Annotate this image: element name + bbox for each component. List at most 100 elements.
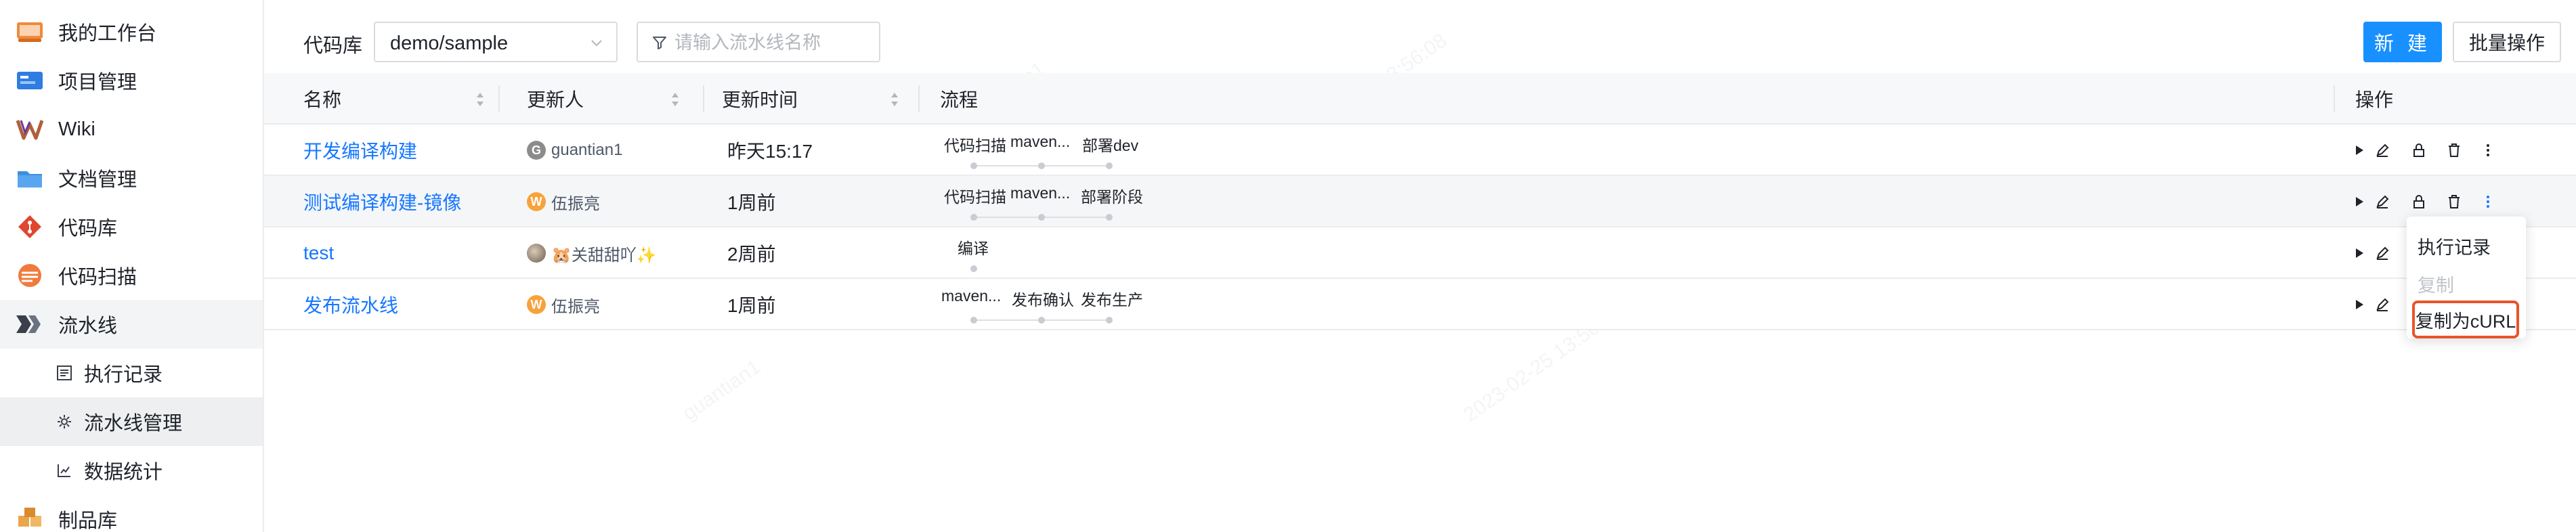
more-actions-menu: 执行记录 复制 复制为cURL <box>2407 217 2526 338</box>
sidebar-item-stats[interactable]: 数据统计 <box>0 446 263 495</box>
pipeline-flow: 编译 <box>941 227 1144 279</box>
col-header-flow: 流程 <box>940 73 978 125</box>
row-actions <box>2350 125 2489 176</box>
wiki-icon <box>15 116 45 143</box>
pipeline-search[interactable] <box>637 22 880 62</box>
col-header-updater[interactable]: 更新人 <box>527 73 584 125</box>
avatar: G <box>527 141 546 160</box>
stage-dot <box>1106 317 1113 324</box>
stage-label: maven... <box>1010 184 1071 202</box>
stage-label: 部署阶段 <box>1081 188 1143 206</box>
col-header-label: 更新人 <box>527 89 584 110</box>
sidebar-item-label: Wiki <box>58 118 95 140</box>
watermark-text: guantian1 <box>679 355 765 425</box>
col-header-name[interactable]: 名称 <box>303 73 341 125</box>
stage-label: 发布确认 <box>1012 291 1074 309</box>
more-icon[interactable] <box>2478 192 2497 211</box>
column-divider <box>498 85 500 112</box>
updated-time: 1周前 <box>727 295 776 316</box>
stage-label: maven... <box>941 287 1002 305</box>
menu-item-copy: 复制 <box>2418 275 2454 296</box>
edit-icon[interactable] <box>2373 244 2392 263</box>
chart-icon <box>54 457 74 484</box>
pipeline-icon <box>15 311 45 338</box>
filter-icon <box>653 37 666 49</box>
pipeline-name-link[interactable]: 测试编译构建-镜像 <box>303 188 461 215</box>
stage-label: maven... <box>1010 133 1071 150</box>
table-row[interactable]: 发布流水线 W 伍振亮 1周前 maven... 发布确认 发布生产 <box>264 279 2576 330</box>
table-row[interactable]: test 🐹关甜甜吖✨ 2周前 编译 <box>264 227 2576 279</box>
column-divider <box>2334 85 2335 112</box>
sidebar-item-artifact[interactable]: 制品库 <box>0 495 263 532</box>
delete-icon[interactable] <box>2445 192 2464 211</box>
batch-operation-button[interactable]: 批量操作 <box>2453 22 2561 62</box>
avatar: W <box>527 295 546 314</box>
sidebar-item-label: 执行记录 <box>84 364 163 386</box>
run-icon[interactable] <box>2350 295 2369 314</box>
run-icon[interactable] <box>2350 141 2369 160</box>
sort-icon[interactable] <box>475 91 485 108</box>
sidebar-item-docs[interactable]: 文档管理 <box>0 154 263 202</box>
sidebar-item-scan[interactable]: 代码扫描 <box>0 251 263 300</box>
sidebar-item-pipeline-manage[interactable]: 流水线管理 <box>0 397 263 446</box>
gear-icon <box>54 408 74 435</box>
sidebar-item-label: 文档管理 <box>58 169 137 191</box>
new-pipeline-button[interactable]: 新 建 <box>2363 22 2442 62</box>
pipeline-name-link[interactable]: 发布流水线 <box>303 291 398 318</box>
updater-name: guantian1 <box>551 141 623 159</box>
updater-name: 🐹关甜甜吖✨ <box>551 246 657 265</box>
sidebar-item-wiki[interactable]: Wiki <box>0 105 263 154</box>
updated-time: 2周前 <box>727 244 776 265</box>
pipeline-search-input[interactable] <box>674 30 871 56</box>
stage-dot <box>1038 317 1045 324</box>
col-header-label: 操作 <box>2355 89 2394 110</box>
run-icon[interactable] <box>2350 192 2369 211</box>
table-header: 名称 更新人 更新时间 流程 操作 <box>264 73 2576 125</box>
pipeline-name-link[interactable]: 开发编译构建 <box>303 137 417 164</box>
edit-icon[interactable] <box>2373 295 2392 314</box>
sidebar-item-label: 我的工作台 <box>58 23 157 45</box>
stage-label: 代码扫描 <box>944 137 1006 154</box>
stage-dot <box>970 162 977 169</box>
stage-dot <box>1106 214 1113 221</box>
workbench-icon <box>15 18 45 45</box>
list-icon <box>54 359 74 386</box>
sidebar-item-workbench[interactable]: 我的工作台 <box>0 7 263 56</box>
pipeline-flow: 代码扫描 maven... 部署dev <box>941 125 1144 176</box>
stage-dot <box>970 214 977 221</box>
sidebar-item-label: 项目管理 <box>58 72 137 93</box>
table-row[interactable]: 开发编译构建 G guantian1 昨天15:17 代码扫描 maven...… <box>264 125 2576 176</box>
lock-icon[interactable] <box>2409 141 2428 160</box>
row-actions <box>2350 227 2404 279</box>
stage-dot <box>970 265 977 272</box>
sort-icon[interactable] <box>670 91 680 108</box>
run-icon[interactable] <box>2350 244 2369 263</box>
menu-item-exec-records[interactable]: 执行记录 <box>2418 233 2491 259</box>
lock-icon[interactable] <box>2409 192 2428 211</box>
column-divider <box>918 85 920 112</box>
sidebar-item-label: 代码库 <box>58 218 118 240</box>
sidebar: 我的工作台 项目管理 Wiki 文档管理 代码库 代码扫描 流水线 执行记录 流… <box>0 0 264 532</box>
table-row[interactable]: 测试编译构建-镜像 W 伍振亮 1周前 代码扫描 maven... 部署阶段 <box>264 176 2576 227</box>
sort-icon[interactable] <box>890 91 899 108</box>
col-header-updated[interactable]: 更新时间 <box>722 73 798 125</box>
sidebar-item-label: 流水线 <box>58 315 118 337</box>
sidebar-item-label: 流水线管理 <box>84 413 183 435</box>
sidebar-item-pipeline[interactable]: 流水线 <box>0 300 263 349</box>
sidebar-item-exec-records[interactable]: 执行记录 <box>0 349 263 397</box>
pipeline-flow: maven... 发布确认 发布生产 <box>941 279 1144 330</box>
sidebar-item-repo[interactable]: 代码库 <box>0 202 263 251</box>
col-header-label: 流程 <box>940 89 979 110</box>
delete-icon[interactable] <box>2445 141 2464 160</box>
avatar: W <box>527 192 546 211</box>
more-icon[interactable] <box>2478 141 2497 160</box>
repo-filter-label: 代码库 <box>303 35 363 57</box>
edit-icon[interactable] <box>2373 141 2392 160</box>
menu-item-copy-curl[interactable]: 复制为cURL <box>2412 301 2519 338</box>
row-actions <box>2350 279 2404 330</box>
pipeline-name-link[interactable]: test <box>303 242 334 264</box>
sidebar-item-project[interactable]: 项目管理 <box>0 56 263 105</box>
repo-select[interactable]: demo/sample <box>374 22 618 62</box>
stage-label: 代码扫描 <box>944 188 1006 206</box>
edit-icon[interactable] <box>2373 192 2392 211</box>
